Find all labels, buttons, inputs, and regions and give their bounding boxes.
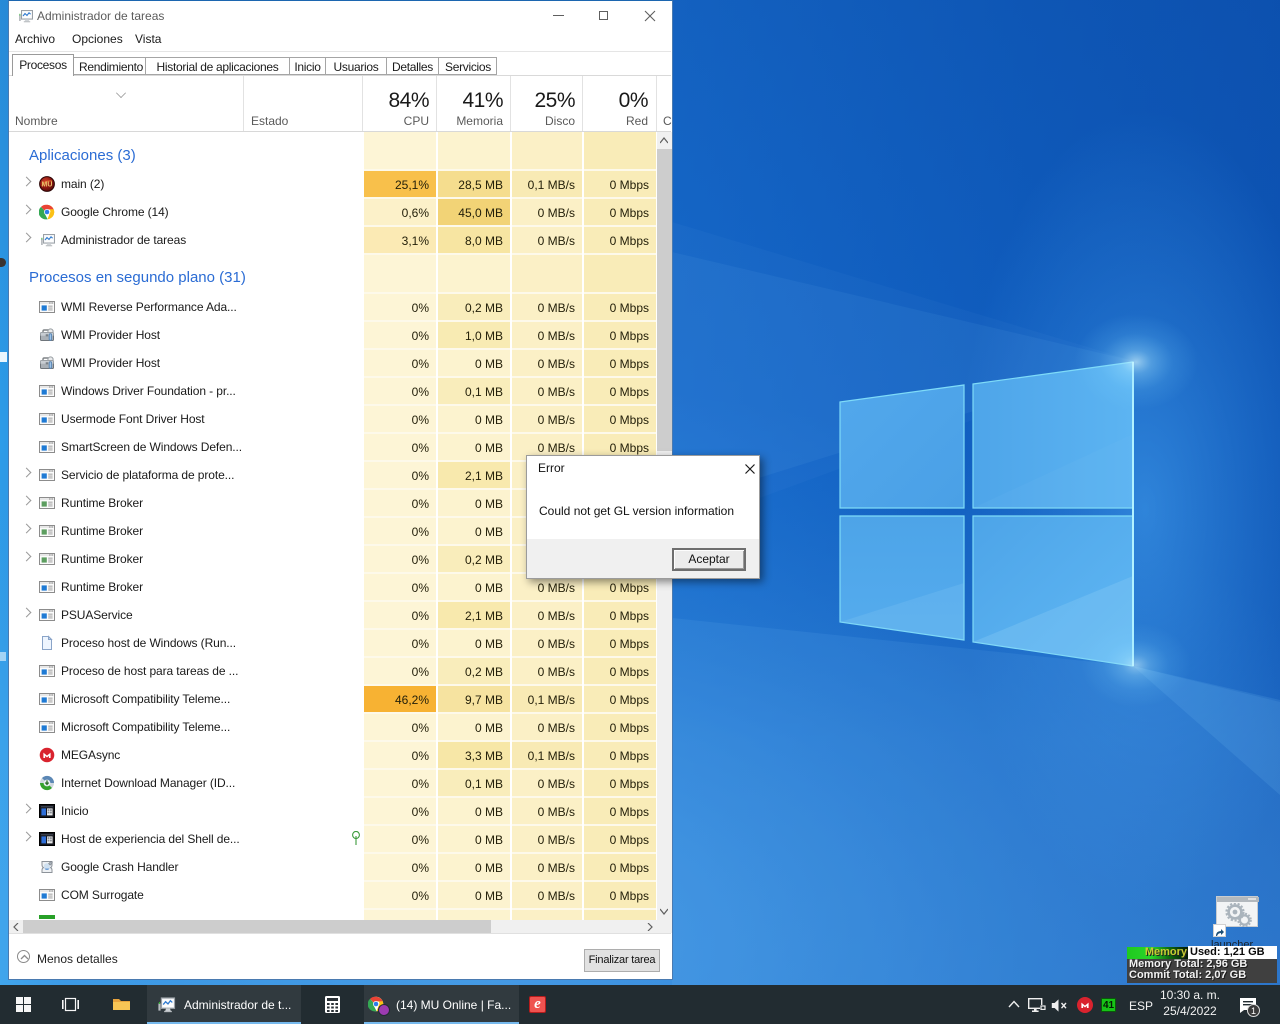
svg-text:MU: MU — [42, 182, 53, 189]
